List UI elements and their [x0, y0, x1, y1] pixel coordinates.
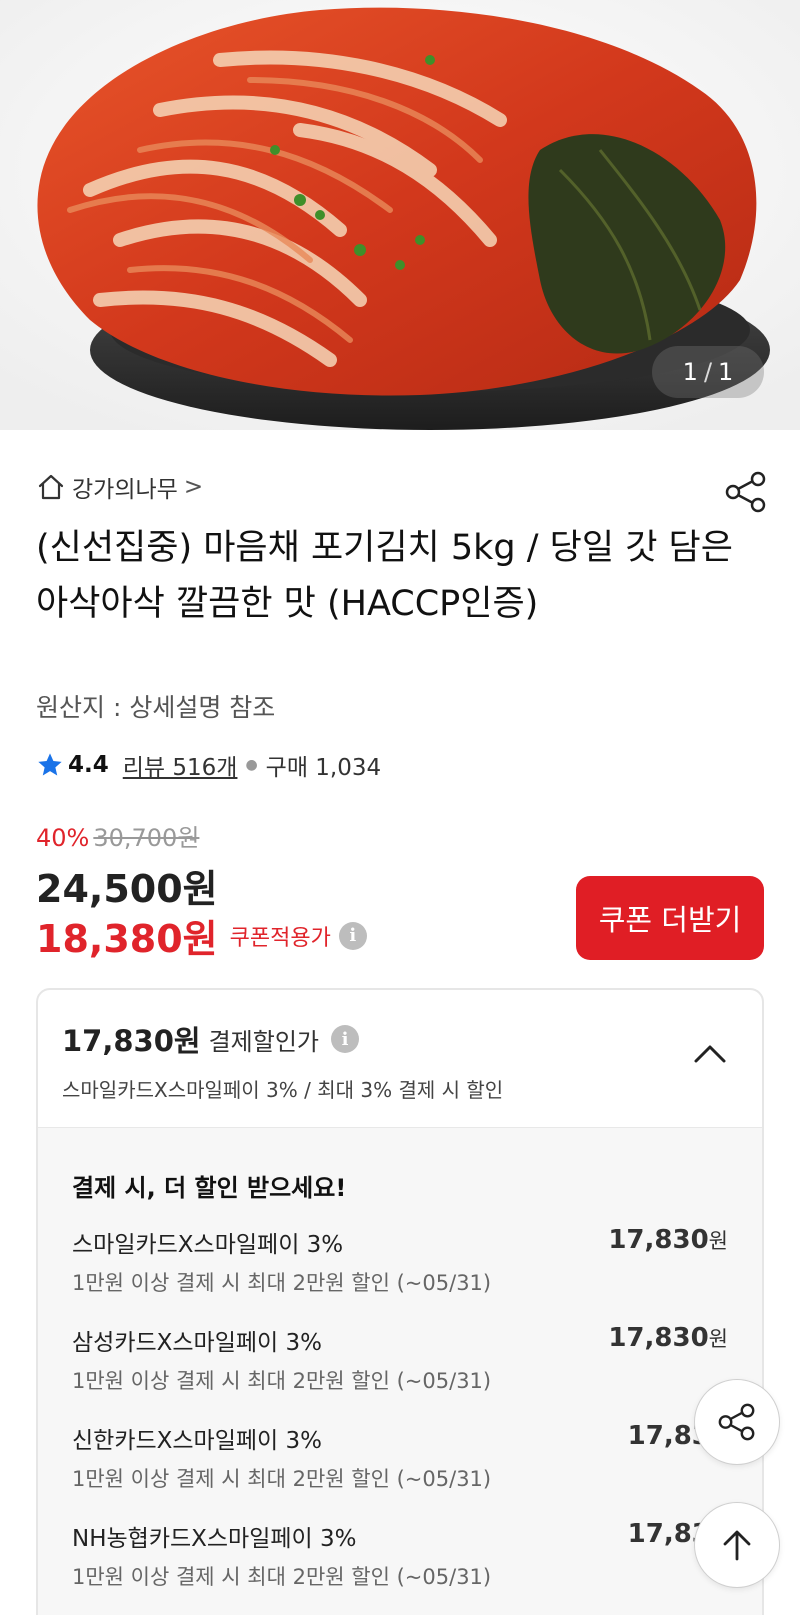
- card-price-value: 17,830: [608, 1225, 709, 1255]
- original-price: 30,700원: [93, 824, 200, 852]
- share-button[interactable]: [724, 470, 768, 514]
- product-title: (신선집중) 마음채 포기김치 5kg / 당일 갓 담은 아삭아삭 깔끔한 맛…: [36, 528, 733, 624]
- card-desc: 1만원 이상 결제 시 최대 2만원 할인 (~05/31): [72, 1369, 492, 1393]
- payment-discount-panel: 17,830원 결제할인가 i 스마일카드X스마일페이 3% / 최대 3% 결…: [36, 988, 764, 1615]
- scroll-to-top-button[interactable]: [694, 1502, 780, 1588]
- card-desc: 1만원 이상 결제 시 최대 2만원 할인 (~05/31): [72, 1565, 492, 1589]
- chevron-right-icon: >: [183, 474, 204, 500]
- rating-score: 4.4: [68, 752, 109, 778]
- page-current: 1: [682, 358, 698, 386]
- floating-share-button[interactable]: [694, 1379, 780, 1465]
- purchase-count: 구매 1,034: [265, 755, 382, 781]
- share-icon: [718, 1403, 755, 1441]
- home-icon: [36, 473, 66, 501]
- card-price-unit: 원: [708, 1229, 728, 1253]
- page-separator: /: [703, 358, 713, 386]
- card-desc: 1만원 이상 결제 시 최대 2만원 할인 (~05/31): [72, 1271, 492, 1295]
- product-origin: 원산지 : 상세설명 참조: [36, 693, 276, 722]
- payment-discount-amount: 17,830원: [62, 1024, 201, 1058]
- separator-dot: ●: [245, 757, 258, 773]
- chevron-up-icon[interactable]: [690, 1034, 730, 1074]
- share-icon: [725, 471, 766, 513]
- page-total: 1: [718, 358, 734, 386]
- card-price-value: 17,830: [608, 1323, 709, 1353]
- payment-discount-summary: 스마일카드X스마일페이 3% / 최대 3% 결제 시 할인: [62, 1078, 504, 1102]
- info-icon[interactable]: i: [331, 1025, 359, 1053]
- star-icon: [38, 753, 62, 776]
- payment-discount-header[interactable]: 17,830원 결제할인가 i 스마일카드X스마일페이 3% / 최대 3% 결…: [38, 990, 762, 1128]
- payment-discount-list: 결제 시, 더 할인 받으세요! 스마일카드X스마일페이 3% 1만원 이상 결…: [38, 1128, 762, 1615]
- card-price-unit: 원: [708, 1327, 728, 1351]
- card-price: 17,830원: [608, 1225, 728, 1255]
- arrow-up-icon: [723, 1530, 751, 1561]
- card-discount-item: 스마일카드X스마일페이 3% 1만원 이상 결제 시 최대 2만원 할인 (~0…: [72, 1225, 728, 1323]
- payment-discount-label: 결제할인가: [208, 1027, 319, 1056]
- coupon-price-label: 쿠폰적용가: [229, 925, 331, 951]
- sale-price: 24,500원: [36, 867, 218, 911]
- seller-link[interactable]: 강가의나무 >: [36, 470, 203, 504]
- coupon-price: 18,380원: [36, 917, 218, 961]
- card-desc: 1만원 이상 결제 시 최대 2만원 할인 (~05/31): [72, 1467, 492, 1491]
- card-price: 17,830원: [608, 1323, 728, 1353]
- review-count-link[interactable]: 리뷰 516개: [123, 748, 238, 782]
- card-discount-item: 삼성카드X스마일페이 3% 1만원 이상 결제 시 최대 2만원 할인 (~05…: [72, 1323, 728, 1421]
- payment-discount-heading: 결제 시, 더 할인 받으세요!: [72, 1174, 347, 1202]
- seller-name: 강가의나무: [72, 477, 178, 503]
- coupon-price-row: 18,380원 쿠폰적용가 i: [36, 908, 367, 963]
- rating-row: 4.4 리뷰 516개 ● 구매 1,034: [36, 748, 381, 782]
- discount-line: 40% 30,700원: [36, 818, 199, 853]
- more-coupons-button[interactable]: 쿠폰 더받기: [576, 876, 764, 960]
- product-image[interactable]: 1 / 1: [0, 0, 800, 430]
- card-discount-item: NH농협카드X스마일페이 3% 1만원 이상 결제 시 최대 2만원 할인 (~…: [72, 1519, 728, 1615]
- discount-percent: 40%: [36, 824, 90, 852]
- image-page-indicator: 1 / 1: [652, 346, 764, 398]
- info-icon[interactable]: i: [338, 921, 367, 950]
- card-discount-item: 신한카드X스마일페이 3% 1만원 이상 결제 시 최대 2만원 할인 (~05…: [72, 1421, 728, 1519]
